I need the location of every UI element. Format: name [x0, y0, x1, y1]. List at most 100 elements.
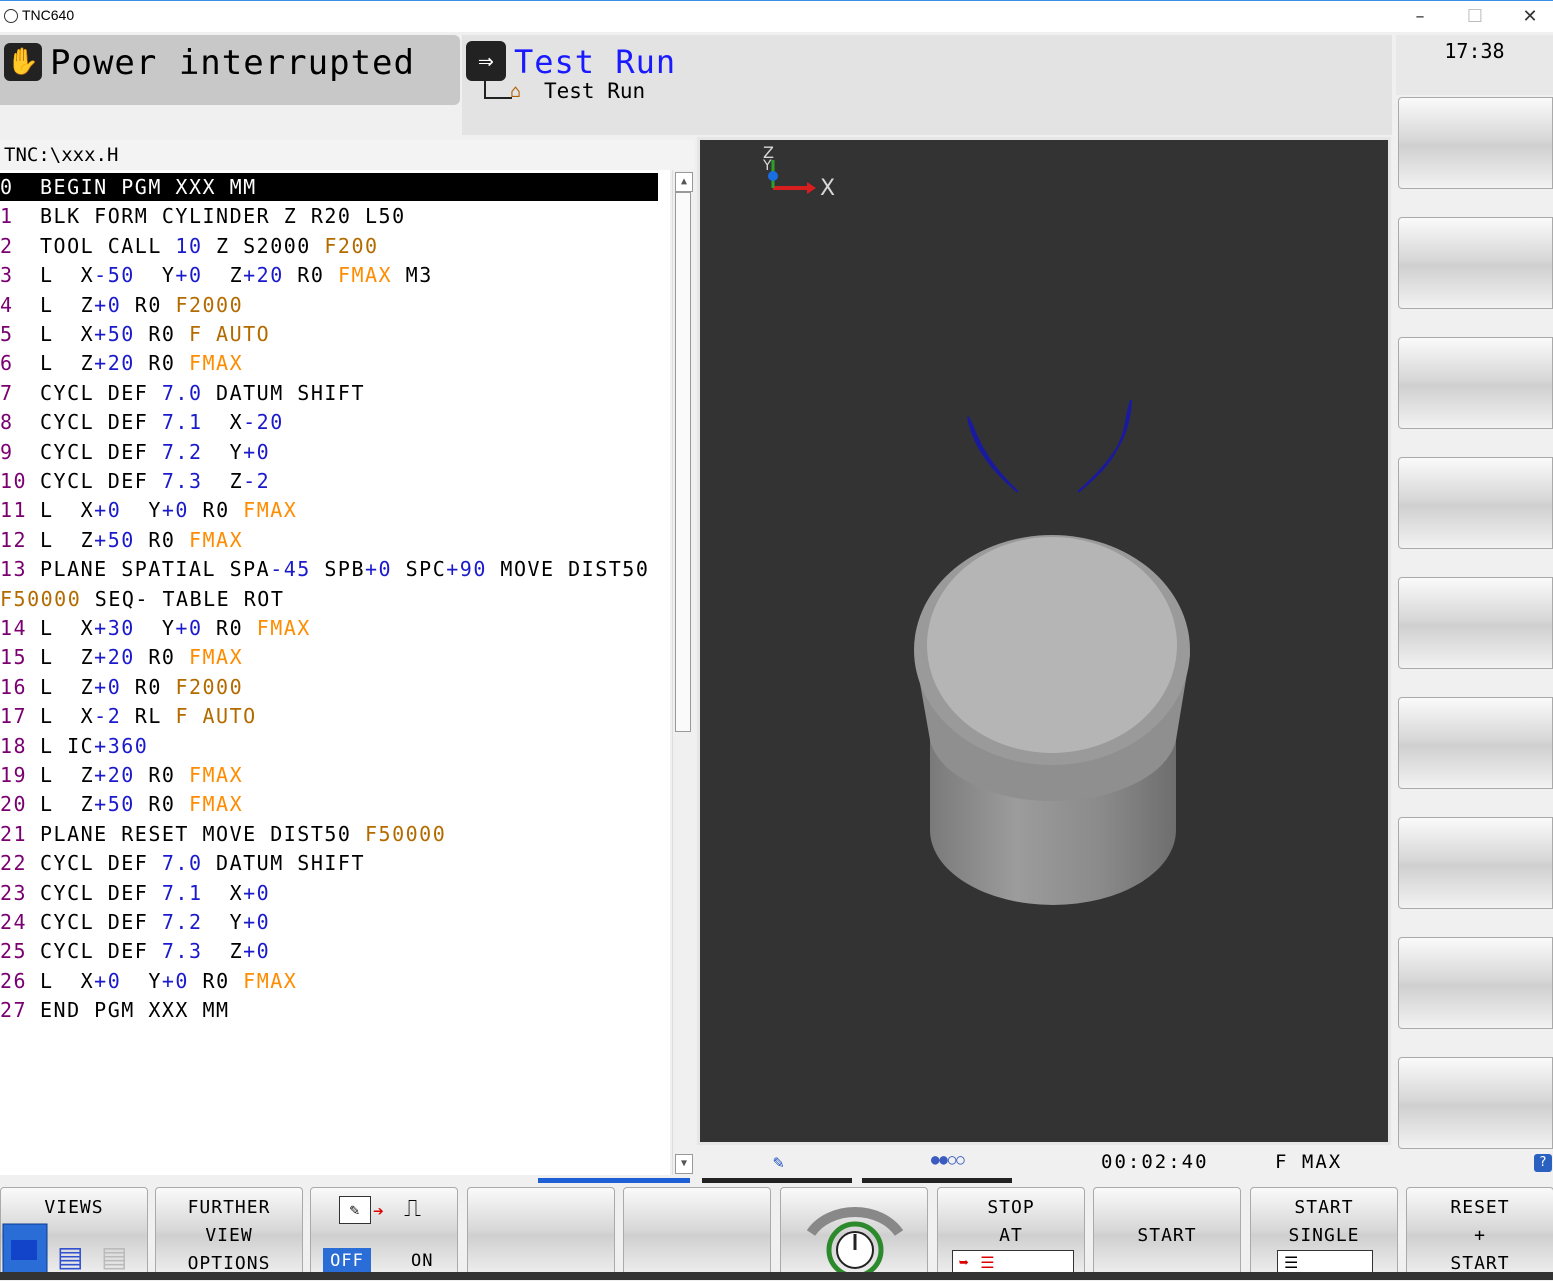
program-line[interactable]: 10 CYCL DEF 7.3 Z-2	[0, 467, 658, 495]
code-token: PLANE RESET MOVE DIST50	[40, 821, 365, 846]
program-scrollbar[interactable]: ▲ ▼	[672, 170, 695, 1175]
minimize-button[interactable]: –	[1400, 5, 1440, 29]
program-line[interactable]: 20 L Z+50 R0 FMAX	[0, 790, 658, 818]
line-number: 18	[0, 733, 28, 758]
program-line[interactable]: 23 CYCL DEF 7.1 X+0	[0, 879, 658, 907]
program-line[interactable]: 7 CYCL DEF 7.0 DATUM SHIFT	[0, 379, 658, 407]
program-line[interactable]: 4 L Z+0 R0 F2000	[0, 291, 658, 319]
program-line[interactable]: 25 CYCL DEF 7.3 Z+0	[0, 937, 658, 965]
program-line[interactable]: 2 TOOL CALL 10 Z S2000 F200	[0, 232, 658, 260]
vertical-softkey-9[interactable]	[1398, 1057, 1553, 1149]
code-token: +0	[365, 557, 393, 582]
program-line[interactable]: 1 BLK FORM CYLINDER Z R20 L50	[0, 202, 658, 230]
code-token: CYCL DEF	[40, 910, 162, 934]
code-token: L X	[40, 498, 95, 523]
softkey-further-view-options[interactable]: FURTHER VIEW OPTIONS	[155, 1187, 303, 1280]
softkey-empty-2[interactable]	[623, 1187, 771, 1280]
code-token: FMAX	[188, 351, 244, 376]
scroll-up-button[interactable]: ▲	[675, 172, 693, 192]
program-line[interactable]: 8 CYCL DEF 7.1 X-20	[0, 408, 658, 436]
program-line[interactable]: 21 PLANE RESET MOVE DIST50 F50000	[0, 820, 658, 848]
code-token: L X	[40, 616, 95, 640]
vertical-softkey-3[interactable]	[1398, 337, 1553, 429]
code-token: 10	[175, 233, 203, 258]
maximize-button[interactable]: ☐	[1455, 5, 1495, 29]
program-line[interactable]: 15 L Z+20 R0 FMAX	[0, 643, 658, 671]
vertical-softkey-4[interactable]	[1398, 457, 1553, 549]
edit-graphic-icon[interactable]: ✎	[773, 1152, 784, 1173]
program-line[interactable]: 26 L X+0 Y+0 R0 FMAX	[0, 967, 658, 995]
code-token: FMAX	[188, 792, 244, 817]
softkey-empty-1[interactable]	[467, 1187, 615, 1280]
code-token: +0	[94, 292, 122, 317]
vertical-softkey-1[interactable]	[1398, 97, 1553, 189]
program-line[interactable]: 22 CYCL DEF 7.0 DATUM SHIFT	[0, 849, 658, 877]
code-token: L X	[40, 322, 95, 346]
close-button[interactable]: ✕	[1510, 5, 1550, 29]
softkey-reset-start[interactable]: RESET + START	[1406, 1187, 1553, 1280]
program-listing[interactable]: 0 BEGIN PGM XXX MM 1 BLK FORM CYLINDER Z R2…	[0, 170, 670, 1175]
code-token: CYCL DEF	[40, 880, 162, 905]
code-token: F50000	[364, 821, 447, 846]
program-line[interactable]: 6 L Z+20 R0 FMAX	[0, 349, 658, 377]
program-line[interactable]: 9 CYCL DEF 7.2 Y+0	[0, 438, 658, 466]
program-line[interactable]: 3 L X-50 Y+0 Z+20 R0 FMAX M3	[0, 261, 658, 289]
softkey-stop-at[interactable]: STOP AT ➥ ☰	[937, 1187, 1085, 1280]
program-line[interactable]: 11 L X+0 Y+0 R0 FMAX	[0, 496, 658, 524]
program-line[interactable]: 24 CYCL DEF 7.2 Y+0	[0, 908, 658, 936]
softkey-override[interactable]	[780, 1187, 928, 1280]
scroll-thumb[interactable]	[675, 192, 691, 732]
feed-rate: F MAX	[1275, 1151, 1343, 1173]
vertical-softkey-7[interactable]	[1398, 817, 1553, 909]
code-token: +0	[175, 616, 203, 640]
program-line[interactable]: 13 PLANE SPATIAL SPA-45 SPB+0 SPC+90 MOVE…	[0, 555, 658, 583]
softkey-tool-toggle[interactable]: ✎ ➔ ⎍ OFF ON	[310, 1187, 458, 1280]
softkey-start-single[interactable]: START SINGLE ☰	[1250, 1187, 1398, 1280]
line-number: 1	[0, 204, 14, 229]
code-token: L X	[40, 968, 95, 993]
code-token: R0	[121, 674, 176, 699]
program-line[interactable]: 0 BEGIN PGM XXX MM	[0, 173, 658, 201]
code-token: +20	[94, 645, 135, 670]
softkey-start[interactable]: START	[1093, 1187, 1241, 1280]
view-mode-icons: ▤ ▤	[2, 1223, 127, 1275]
simulation-graphics[interactable]: X Z Y	[697, 137, 1391, 1145]
help-button[interactable]: ?	[1534, 1154, 1552, 1172]
code-token: 7.3	[161, 469, 203, 493]
code-token: -2	[243, 469, 271, 493]
vertical-softkey-2[interactable]	[1398, 217, 1553, 309]
bottom-strip	[0, 1272, 1553, 1280]
program-line[interactable]: 27 END PGM XXX MM	[0, 996, 658, 1024]
scroll-down-button[interactable]: ▼	[675, 1154, 693, 1174]
code-token: -45	[270, 557, 311, 582]
program-path: TNC:\xxx.H	[0, 140, 694, 170]
vertical-softkey-8[interactable]	[1398, 937, 1553, 1029]
code-token: +20	[94, 351, 135, 376]
line-number: 16	[0, 674, 28, 699]
softkey-start-single-label: START SINGLE	[1288, 1197, 1360, 1246]
softkey-row-indicator-2	[702, 1178, 852, 1183]
line-number: 4	[0, 292, 14, 317]
program-line[interactable]: 14 L X+30 Y+0 R0 FMAX	[0, 614, 658, 642]
line-number: 3	[0, 263, 14, 288]
program-line[interactable]: F50000 SEQ- TABLE ROT	[0, 585, 658, 613]
vertical-softkey-5[interactable]	[1398, 577, 1553, 669]
program-line[interactable]: 16 L Z+0 R0 F2000	[0, 673, 658, 701]
softkey-views[interactable]: VIEWS ▤ ▤	[0, 1187, 148, 1280]
program-line[interactable]: 5 L X+50 R0 F AUTO	[0, 320, 658, 348]
program-line[interactable]: 18 L IC+360	[0, 732, 658, 760]
code-token: +0	[94, 498, 122, 523]
code-token: Z	[202, 469, 244, 493]
program-line[interactable]: 12 L Z+50 R0 FMAX	[0, 526, 658, 554]
programming-mode-header[interactable]: ⇒ Test Run ⌂ Test Run	[462, 35, 1392, 135]
code-token: 7.2	[161, 439, 203, 464]
machine-mode-header[interactable]: ✋ Power interrupted	[0, 35, 460, 105]
code-token: M3	[392, 263, 433, 288]
code-token: +0	[161, 968, 189, 993]
program-line[interactable]: 17 L X-2 RL F AUTO	[0, 702, 658, 730]
vertical-softkey-6[interactable]	[1398, 697, 1553, 789]
program-line[interactable]: 19 L Z+20 R0 FMAX	[0, 761, 658, 789]
code-token: Y	[202, 910, 244, 934]
hand-stop-icon: ✋	[4, 43, 42, 81]
line-number: 23	[0, 880, 28, 905]
